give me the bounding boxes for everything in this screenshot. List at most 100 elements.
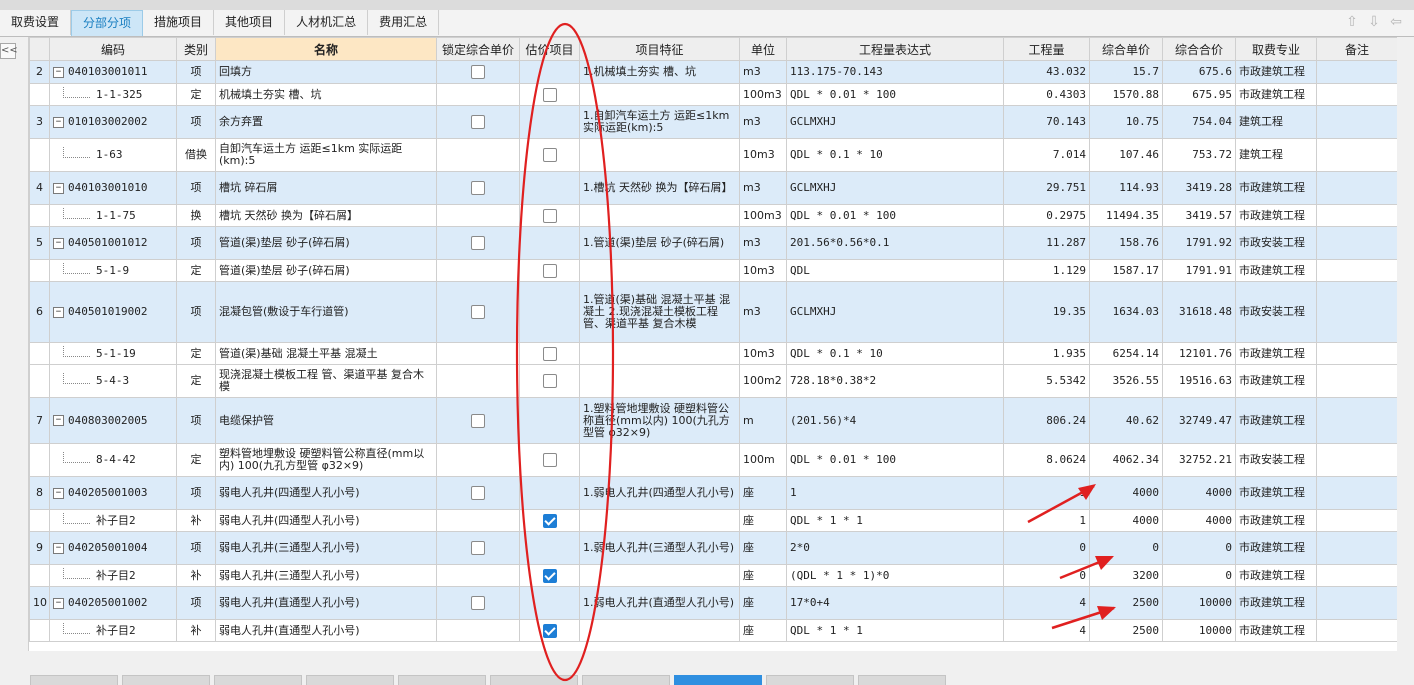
total-price-cell[interactable]: 4000 <box>1162 476 1236 510</box>
expression-cell[interactable]: QDL * 0.1 * 10 <box>786 138 1004 172</box>
lock-price-cell[interactable] <box>436 83 520 106</box>
unit-price-cell[interactable]: 6254.14 <box>1089 342 1163 365</box>
code-cell[interactable]: −040803002005 <box>49 397 177 444</box>
estimate-checkbox[interactable] <box>542 87 557 102</box>
lock-price-cell[interactable] <box>436 60 520 84</box>
type-cell[interactable]: 定 <box>176 342 216 365</box>
profession-cell[interactable]: 市政建筑工程 <box>1235 204 1317 227</box>
remark-cell[interactable] <box>1316 476 1397 510</box>
lock-price-checkbox[interactable] <box>471 65 485 79</box>
profession-cell[interactable]: 市政建筑工程 <box>1235 83 1317 106</box>
unit-price-cell[interactable]: 10.75 <box>1089 105 1163 139</box>
code-cell[interactable]: 1-63 <box>49 138 177 172</box>
code-cell[interactable]: −040205001003 <box>49 476 177 510</box>
expression-cell[interactable]: 17*0+4 <box>786 586 1004 620</box>
quantity-cell[interactable]: 0.2975 <box>1003 204 1090 227</box>
col-header[interactable]: 综合合价 <box>1162 37 1236 61</box>
expression-cell[interactable]: QDL * 1 * 1 <box>786 509 1004 532</box>
remark-cell[interactable] <box>1316 83 1397 106</box>
total-price-cell[interactable]: 32752.21 <box>1162 443 1236 477</box>
quantity-cell[interactable]: 0.4303 <box>1003 83 1090 106</box>
col-header[interactable]: 锁定综合单价 <box>436 37 520 61</box>
table-row[interactable]: 补子目2 补弱电人孔井(四通型人孔小号) 座 QDL * 1 * 1 1 4000 4000… <box>29 509 1397 532</box>
name-cell[interactable]: 弱电人孔井(三通型人孔小号) <box>215 531 437 565</box>
name-cell[interactable]: 弱电人孔井(三通型人孔小号) <box>215 564 437 587</box>
code-cell[interactable]: 8-4-42 <box>49 443 177 477</box>
estimate-checkbox[interactable] <box>542 346 557 361</box>
tab-3[interactable]: 其他项目 <box>214 10 286 35</box>
remark-cell[interactable] <box>1316 259 1397 282</box>
unit-price-cell[interactable]: 0 <box>1089 531 1163 565</box>
code-cell[interactable]: 5-4-3 <box>49 364 177 398</box>
expression-cell[interactable]: QDL * 0.1 * 10 <box>786 342 1004 365</box>
profession-cell[interactable]: 市政安装工程 <box>1235 226 1317 260</box>
expression-cell[interactable]: GCLMXHJ <box>786 171 1004 205</box>
lock-price-checkbox[interactable] <box>471 115 485 129</box>
expression-cell[interactable]: QDL <box>786 259 1004 282</box>
unit-cell[interactable]: 座 <box>739 531 787 565</box>
lock-price-cell[interactable] <box>436 564 520 587</box>
name-cell[interactable]: 槽坑 天然砂 换为【碎石屑】 <box>215 204 437 227</box>
tab-0[interactable]: 取费设置 <box>0 10 72 35</box>
table-row[interactable]: 10−040205001002 项弱电人孔井(直通型人孔小号) 1.弱电人孔井(直通… <box>29 586 1397 620</box>
unit-price-cell[interactable]: 3526.55 <box>1089 364 1163 398</box>
tab-4[interactable]: 人材机汇总 <box>285 10 369 35</box>
expression-cell[interactable]: QDL * 1 * 1 <box>786 619 1004 642</box>
estimate-cell[interactable] <box>519 204 580 227</box>
lock-price-checkbox[interactable] <box>471 596 485 610</box>
profession-cell[interactable]: 市政建筑工程 <box>1235 342 1317 365</box>
estimate-cell[interactable] <box>519 397 580 444</box>
code-cell[interactable]: −040205001004 <box>49 531 177 565</box>
expression-cell[interactable]: GCLMXHJ <box>786 105 1004 139</box>
profession-cell[interactable]: 市政建筑工程 <box>1235 171 1317 205</box>
remark-cell[interactable] <box>1316 226 1397 260</box>
unit-price-cell[interactable]: 2500 <box>1089 619 1163 642</box>
code-cell[interactable]: −040501019002 <box>49 281 177 343</box>
total-price-cell[interactable]: 3419.28 <box>1162 171 1236 205</box>
table-row[interactable]: 补子目2 补弱电人孔井(直通型人孔小号) 座 QDL * 1 * 1 4 2500 1000… <box>29 619 1397 642</box>
profession-cell[interactable]: 市政建筑工程 <box>1235 531 1317 565</box>
lock-price-checkbox[interactable] <box>471 305 485 319</box>
table-row[interactable]: 7−040803002005 项电缆保护管 1.塑料管地埋敷设 硬塑料管公称直径(m… <box>29 397 1397 444</box>
estimate-cell[interactable] <box>519 226 580 260</box>
estimate-cell[interactable] <box>519 509 580 532</box>
type-cell[interactable]: 定 <box>176 364 216 398</box>
type-cell[interactable]: 项 <box>176 531 216 565</box>
feature-cell[interactable] <box>579 83 740 106</box>
lock-price-cell[interactable] <box>436 281 520 343</box>
unit-price-cell[interactable]: 4062.34 <box>1089 443 1163 477</box>
unit-cell[interactable]: 10m3 <box>739 259 787 282</box>
estimate-checkbox[interactable] <box>542 208 557 223</box>
remark-cell[interactable] <box>1316 204 1397 227</box>
unit-cell[interactable]: 座 <box>739 564 787 587</box>
collapse-minus-icon[interactable]: − <box>53 542 64 554</box>
code-cell[interactable]: −040205001002 <box>49 586 177 620</box>
table-row[interactable]: 6−040501019002 项混凝包管(敷设于车行道管) 1.管道(渠)基础 混凝… <box>29 281 1397 343</box>
unit-cell[interactable]: m <box>739 397 787 444</box>
estimate-cell[interactable] <box>519 281 580 343</box>
expression-cell[interactable]: QDL * 0.01 * 100 <box>786 204 1004 227</box>
remark-cell[interactable] <box>1316 531 1397 565</box>
name-cell[interactable]: 现浇混凝土模板工程 管、渠道平基 复合木模 <box>215 364 437 398</box>
col-header[interactable]: 估价项目 <box>519 37 580 61</box>
unit-cell[interactable]: 100m3 <box>739 204 787 227</box>
unit-price-cell[interactable]: 158.76 <box>1089 226 1163 260</box>
total-price-cell[interactable]: 19516.63 <box>1162 364 1236 398</box>
unit-cell[interactable]: 座 <box>739 586 787 620</box>
table-row[interactable]: 1-1-75 换槽坑 天然砂 换为【碎石屑】 100m3 QDL * 0.01 * 1… <box>29 204 1397 227</box>
estimate-cell[interactable] <box>519 60 580 84</box>
quantity-cell[interactable]: 4 <box>1003 619 1090 642</box>
remark-cell[interactable] <box>1316 138 1397 172</box>
unit-cell[interactable]: m3 <box>739 226 787 260</box>
name-cell[interactable]: 弱电人孔井(直通型人孔小号) <box>215 619 437 642</box>
remark-cell[interactable] <box>1316 564 1397 587</box>
unit-price-cell[interactable]: 15.7 <box>1089 60 1163 84</box>
tab-1[interactable]: 分部分项 <box>71 10 144 36</box>
estimate-cell[interactable] <box>519 342 580 365</box>
estimate-checkbox[interactable] <box>542 513 557 528</box>
total-price-cell[interactable]: 753.72 <box>1162 138 1236 172</box>
unit-price-cell[interactable]: 1587.17 <box>1089 259 1163 282</box>
name-cell[interactable]: 塑料管地埋敷设 硬塑料管公称直径(mm以内) 100(九孔方型管 φ32×9) <box>215 443 437 477</box>
table-row[interactable]: 2−040103001011 项回填方 1.机械填土夯实 槽、坑 m3 113.175-… <box>29 60 1397 84</box>
lock-price-checkbox[interactable] <box>471 541 485 555</box>
